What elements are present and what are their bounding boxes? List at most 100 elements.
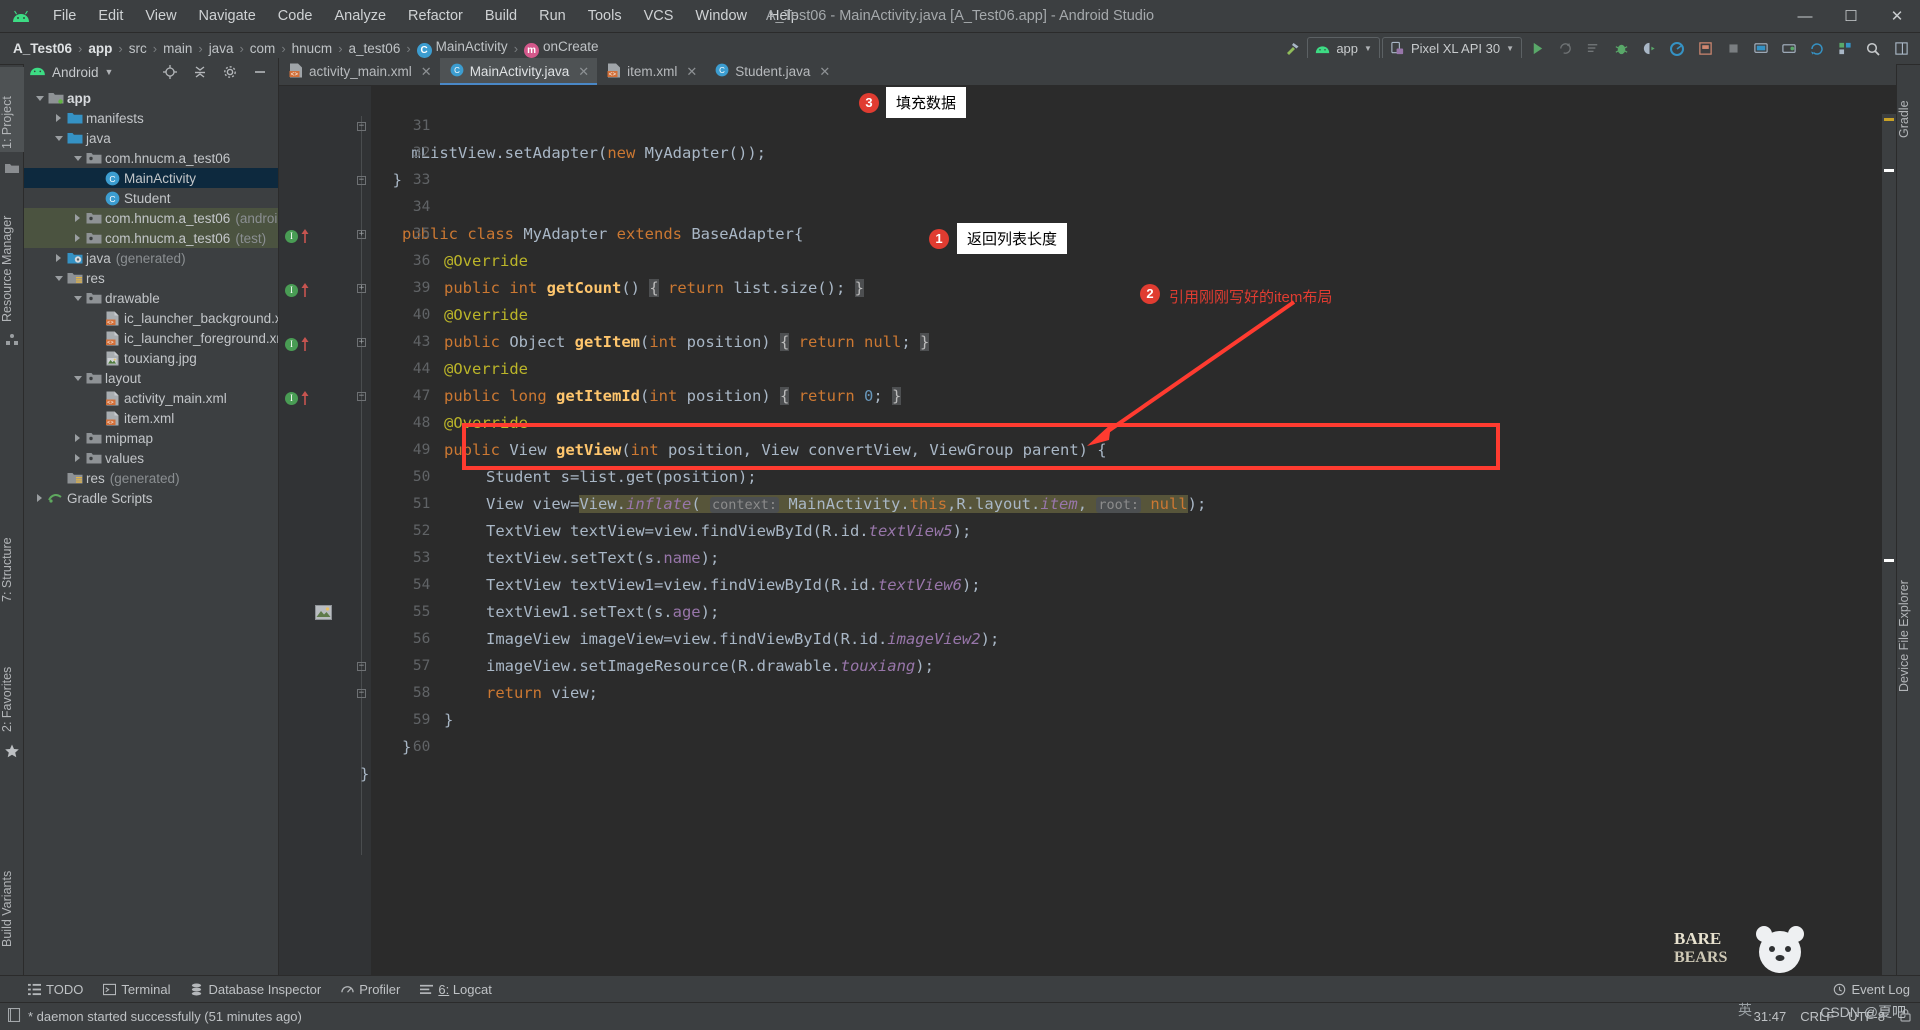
menu-item-view[interactable]: View (134, 4, 187, 28)
fold-minus-icon[interactable]: − (357, 176, 366, 185)
tree-item-java[interactable]: java (generated) (24, 248, 278, 268)
close-icon[interactable]: ✕ (819, 64, 830, 80)
override-gutter-icon[interactable]: I (285, 392, 298, 405)
menu-item-run[interactable]: Run (528, 4, 577, 28)
bottom-tool-database-inspector[interactable]: Database Inspector (190, 982, 321, 997)
tree-item-res[interactable]: res (generated) (24, 468, 278, 488)
chevron-right-icon[interactable] (51, 108, 66, 128)
chevron-down-icon[interactable] (70, 288, 85, 308)
tree-item-ic-launcher-foreground-xml[interactable]: <> ic_launcher_foreground.xml (24, 328, 278, 348)
tool-window-favorites[interactable]: 2: Favorites (0, 625, 24, 735)
marker-caret[interactable] (1884, 169, 1894, 172)
tree-item-touxiang-jpg[interactable]: touxiang.jpg (24, 348, 278, 368)
menu-item-tools[interactable]: Tools (577, 4, 633, 28)
tool-window-project[interactable]: 1: Project (0, 67, 24, 152)
tree-item-ic-launcher-background-xml[interactable]: <> ic_launcher_background.xml (24, 308, 278, 328)
tree-item-layout[interactable]: layout (24, 368, 278, 388)
tool-window-resource-manager[interactable]: Resource Manager (0, 185, 24, 325)
tool-window-build-variants[interactable]: Build Variants (0, 830, 24, 950)
fold-minus-icon[interactable]: − (357, 122, 366, 131)
chevron-right-icon[interactable] (32, 488, 47, 508)
menu-item-vcs[interactable]: VCS (633, 4, 685, 28)
bottom-tool-logcat[interactable]: 6: Logcat (420, 982, 492, 997)
tool-window-structure[interactable]: 7: Structure (0, 495, 24, 605)
breadcrumb[interactable]: A_Test06 › app › src › main › java › com › hnucm › a_t… (8, 37, 604, 60)
tool-window-gradle[interactable]: Gradle (1897, 71, 1920, 141)
marker-change[interactable] (1884, 559, 1894, 562)
tree-item-res[interactable]: res (24, 268, 278, 288)
tree-item-com-hnucm-a-test06[interactable]: com.hnucm.a_test06 (24, 148, 278, 168)
close-icon[interactable]: ✕ (1874, 0, 1920, 33)
collapse-all-icon[interactable] (187, 59, 213, 85)
breadcrumb-item-a-test06[interactable]: a_test06 (344, 39, 406, 58)
bottom-tool-terminal[interactable]: Terminal (103, 982, 170, 997)
close-icon[interactable]: ✕ (421, 64, 432, 80)
chevron-down-icon[interactable] (70, 148, 85, 168)
tree-item-drawable[interactable]: drawable (24, 288, 278, 308)
chevron-down-icon[interactable]: ▼ (105, 67, 114, 77)
tree-item-mainactivity[interactable]: C MainActivity (24, 168, 278, 188)
fold-plus-icon[interactable]: + (357, 284, 366, 293)
breadcrumb-item-mainactivity[interactable]: C MainActivity (412, 37, 513, 60)
code-editor[interactable]: 31 mListView.setAdapter(new MyAdapter())… (279, 86, 1896, 975)
breadcrumb-item-java[interactable]: java (204, 39, 239, 58)
override-gutter-icon[interactable]: I (285, 338, 298, 351)
breadcrumb-item-app[interactable]: app (83, 39, 117, 58)
tree-item-manifests[interactable]: manifests (24, 108, 278, 128)
breadcrumb-item-com[interactable]: com (245, 39, 281, 58)
chevron-right-icon[interactable] (51, 248, 66, 268)
marker-warning[interactable] (1884, 118, 1894, 121)
menu-item-code[interactable]: Code (267, 4, 324, 28)
tree-item-com-hnucm-a-test06[interactable]: com.hnucm.a_test06(androidTest) (24, 208, 278, 228)
fold-plus-icon[interactable]: + (357, 338, 366, 347)
breadcrumb-item-src[interactable]: src (124, 39, 152, 58)
favorites-star-icon[interactable] (4, 743, 20, 759)
menu-item-navigate[interactable]: Navigate (188, 4, 267, 28)
chevron-right-icon[interactable] (70, 208, 85, 228)
locate-target-icon[interactable] (157, 59, 183, 85)
chevron-down-icon[interactable] (32, 88, 47, 108)
minimize-icon[interactable]: — (1782, 0, 1828, 33)
editor-tab-item-xml[interactable]: <> item.xml ✕ (597, 58, 706, 85)
chevron-down-icon[interactable] (70, 368, 85, 388)
editor-tab-mainactivity-java[interactable]: C MainActivity.java ✕ (439, 58, 598, 85)
editor-marker-bar[interactable] (1882, 114, 1896, 975)
bottom-tool-profiler[interactable]: Profiler (341, 982, 400, 997)
tree-item-mipmap[interactable]: mipmap (24, 428, 278, 448)
project-view-selector-label[interactable]: Android (52, 65, 99, 80)
tree-item-values[interactable]: values (24, 448, 278, 468)
close-icon[interactable]: ✕ (686, 64, 697, 80)
breadcrumb-item-a-test06[interactable]: A_Test06 (8, 39, 77, 58)
menu-item-help[interactable]: Help (758, 4, 810, 28)
hide-minus-icon[interactable] (247, 59, 273, 85)
bottom-tool-todo[interactable]: TODO (28, 982, 83, 997)
resource-manager-icon[interactable] (4, 333, 20, 349)
fold-minus-icon[interactable]: − (357, 662, 366, 671)
tree-item-com-hnucm-a-test06[interactable]: com.hnucm.a_test06 (test) (24, 228, 278, 248)
project-tree[interactable]: app manifests java com.hnucm.a_test06 C MainA… (24, 86, 278, 975)
caret-position[interactable]: 31:47 (1754, 1009, 1787, 1024)
fold-minus-icon[interactable]: − (357, 689, 366, 698)
device-selector[interactable]: Pixel XL API 30 ▼ (1381, 36, 1522, 61)
tree-item-student[interactable]: C Student (24, 188, 278, 208)
fold-minus-icon[interactable]: − (357, 392, 366, 401)
menu-item-analyze[interactable]: Analyze (323, 4, 397, 28)
tree-item-gradle-scripts[interactable]: Gradle Scripts (24, 488, 278, 508)
editor-tab-activity-main-xml[interactable]: <> activity_main.xml ✕ (279, 58, 440, 85)
menu-item-refactor[interactable]: Refactor (397, 4, 474, 28)
module-selector[interactable]: app ▼ (1307, 36, 1380, 61)
tree-item-activity-main-xml[interactable]: <> activity_main.xml (24, 388, 278, 408)
tree-item-java[interactable]: java (24, 128, 278, 148)
close-icon[interactable]: ✕ (578, 64, 589, 80)
project-folder-icon[interactable] (4, 161, 20, 177)
chevron-right-icon[interactable] (70, 448, 85, 468)
chevron-down-icon[interactable] (51, 128, 66, 148)
editor-tab-student-java[interactable]: C Student.java ✕ (705, 58, 839, 85)
chevron-right-icon[interactable] (70, 228, 85, 248)
menu-item-window[interactable]: Window (684, 4, 758, 28)
event-log-button[interactable]: Event Log (1833, 982, 1910, 997)
chevron-right-icon[interactable] (70, 428, 85, 448)
editor-tabs[interactable]: <> activity_main.xml ✕ C MainActivity.java ✕ <… (279, 58, 1896, 86)
menu-item-edit[interactable]: Edit (87, 4, 134, 28)
breadcrumb-item-main[interactable]: main (158, 39, 197, 58)
